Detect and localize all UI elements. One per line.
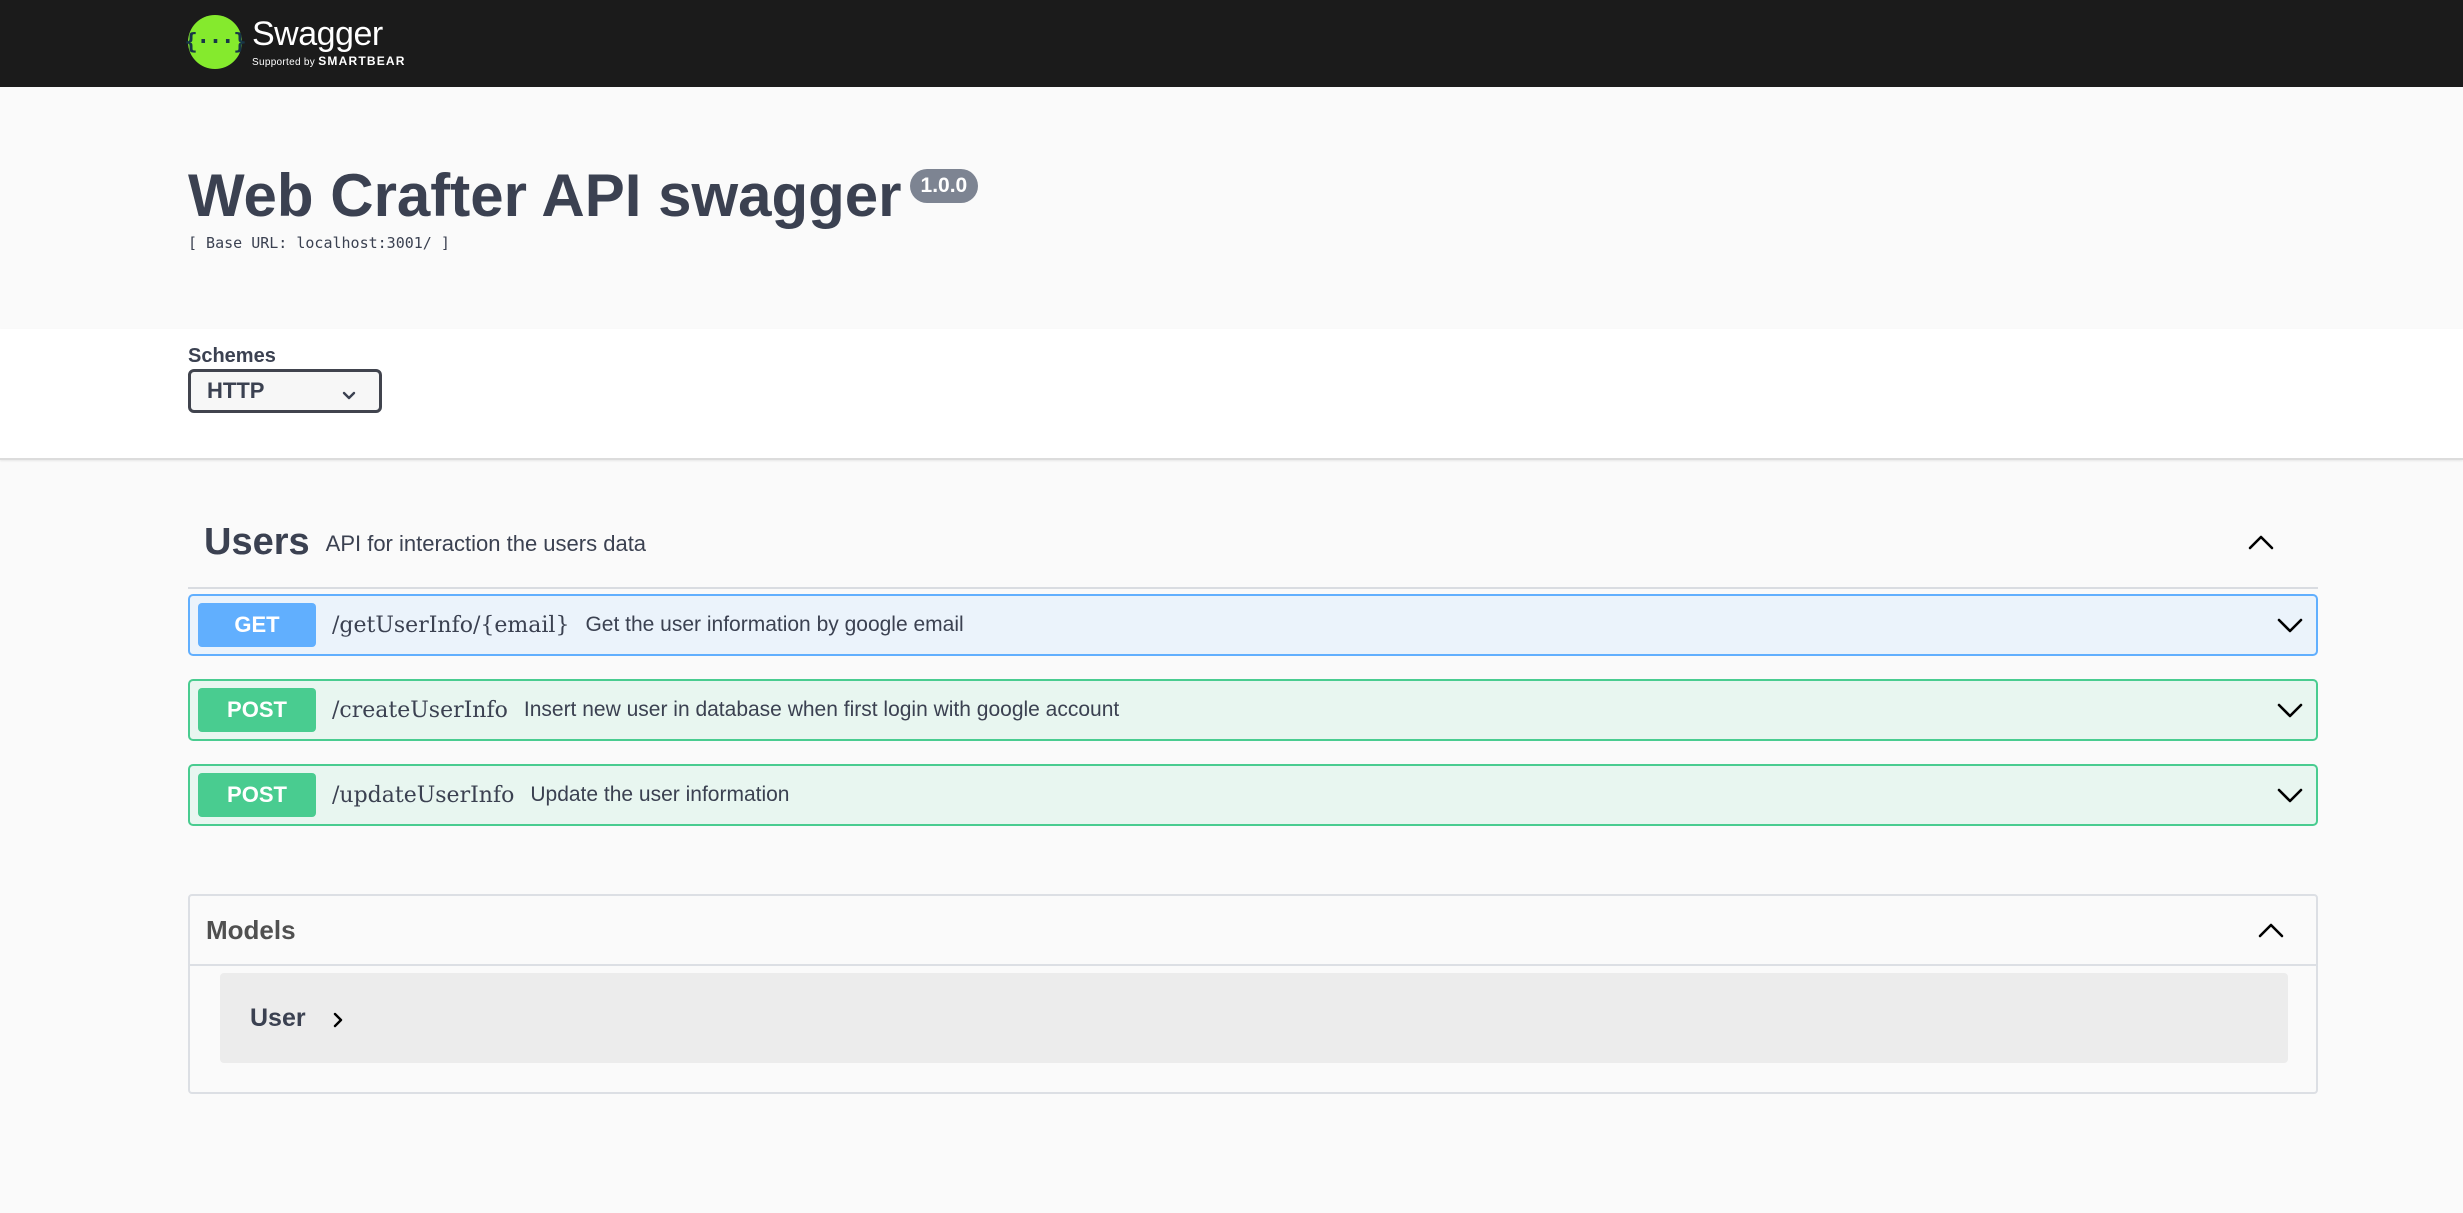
brand-name: Swagger [252, 14, 383, 53]
operation-path: /updateUserInfo [332, 782, 515, 808]
operation-create-user-info[interactable]: POST /createUserInfo Insert new user in … [188, 679, 2318, 741]
models-title: Models [206, 914, 296, 945]
schemes-label: Schemes [188, 345, 276, 367]
chevron-down-icon[interactable] [2274, 781, 2306, 809]
model-name: User [250, 1003, 306, 1032]
brand-supported: Supported by [252, 56, 316, 68]
schemes-select[interactable]: HTTP [188, 369, 382, 413]
base-url: [ Base URL: localhost:3001/ ] [188, 234, 450, 252]
model-item-user[interactable]: User [220, 973, 2288, 1063]
chevron-down-icon[interactable] [2274, 696, 2306, 724]
swagger-logo-link[interactable]: {···} Swagger Supported by SMARTBEAR [184, 12, 406, 72]
method-badge: POST [198, 773, 316, 817]
page-title: Web Crafter API swagger [188, 162, 902, 229]
chevron-down-icon [341, 383, 357, 409]
schemes-section: Schemes HTTP [0, 329, 2463, 460]
brand-text: Swagger Supported by SMARTBEAR [252, 17, 406, 68]
chevron-up-icon[interactable] [2254, 914, 2288, 946]
operation-path: /createUserInfo [332, 697, 508, 723]
brand-sub: Supported by SMARTBEAR [252, 55, 406, 68]
operation-update-user-info[interactable]: POST /updateUserInfo Update the user inf… [188, 764, 2318, 826]
brand-company: SMARTBEAR [318, 53, 406, 68]
models-header[interactable]: Models [190, 896, 2316, 966]
top-bar: {···} Swagger Supported by SMARTBEAR [0, 0, 2463, 87]
api-info: Web Crafter API swagger 1.0.0 [ Base URL… [188, 160, 979, 252]
models-section: Models User [188, 894, 2318, 1094]
operation-summary: Update the user information [530, 783, 790, 806]
tag-name: Users [204, 520, 310, 563]
operation-get-user-info[interactable]: GET /getUserInfo/{email} Get the user in… [188, 594, 2318, 656]
chevron-right-icon [330, 1010, 346, 1030]
tag-users-header[interactable]: Users API for interaction the users data [188, 497, 2318, 589]
operation-path: /getUserInfo/{email} [332, 612, 570, 638]
operation-summary: Get the user information by google email [585, 613, 964, 636]
chevron-down-icon[interactable] [2274, 611, 2306, 639]
version-badge: 1.0.0 [909, 169, 979, 203]
operation-summary: Insert new user in database when first l… [523, 698, 1120, 721]
method-badge: GET [198, 603, 316, 647]
schemes-selected-value: HTTP [207, 378, 265, 403]
method-badge: POST [198, 688, 316, 732]
swagger-logo-icon: {···} [184, 15, 247, 69]
tag-description: API for interaction the users data [325, 531, 647, 556]
chevron-up-icon[interactable] [2244, 525, 2278, 559]
title-row: Web Crafter API swagger 1.0.0 [188, 160, 979, 232]
